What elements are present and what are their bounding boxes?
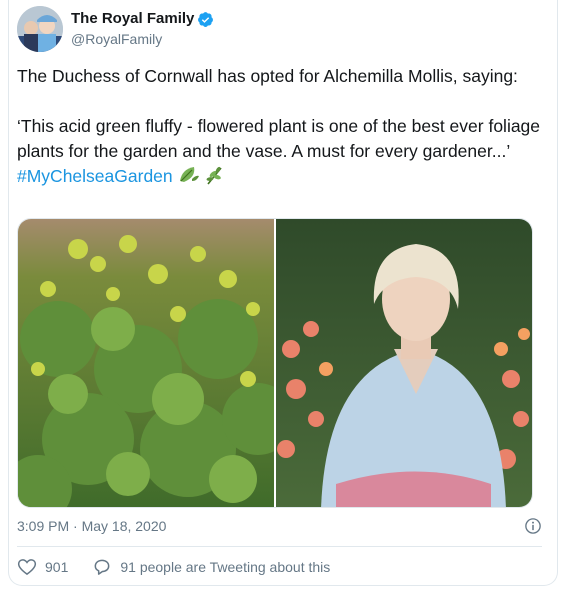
like-count: 901	[45, 559, 69, 575]
alchemilla-mollis-photo[interactable]	[18, 219, 274, 507]
tweet-media	[17, 218, 533, 508]
avatar-image	[17, 6, 63, 52]
reply-bubble-icon	[94, 559, 110, 575]
tweet-quote-text: ‘This acid green fluffy - flowered plant…	[17, 116, 541, 161]
like-button[interactable]: 901	[17, 557, 68, 577]
herb-emoji	[206, 166, 223, 185]
tweet-header: The Royal Family @RoyalFamily	[17, 4, 214, 54]
verified-badge-icon	[198, 11, 214, 27]
author-display-name[interactable]: The Royal Family	[71, 9, 214, 29]
heart-icon	[17, 559, 37, 576]
tweet-paragraph-1: The Duchess of Cornwall has opted for Al…	[17, 66, 518, 86]
display-name-text[interactable]: The Royal Family	[71, 9, 194, 29]
tweet-actions: 901 91 people are Tweeting about this	[17, 554, 330, 580]
hashtag-link[interactable]: #MyChelseaGarden	[17, 166, 173, 186]
author-avatar[interactable]	[17, 6, 63, 52]
tweet-meta-row: 3:09 PM · May 18, 2020	[17, 512, 542, 540]
plant-image	[18, 219, 274, 507]
portrait-image	[276, 219, 532, 507]
tweet-paragraph-2: ‘This acid green fluffy - flowered plant…	[17, 114, 542, 189]
info-icon[interactable]	[524, 517, 542, 535]
conversation-link[interactable]: 91 people are Tweeting about this	[92, 557, 330, 577]
author-names: The Royal Family @RoyalFamily	[71, 9, 214, 49]
tweet-timestamp[interactable]: 3:09 PM · May 18, 2020	[17, 518, 166, 534]
duchess-photo[interactable]	[276, 219, 532, 507]
actions-divider	[17, 546, 542, 547]
tweet-text: The Duchess of Cornwall has opted for Al…	[17, 64, 542, 189]
conversation-label: 91 people are Tweeting about this	[120, 559, 331, 575]
author-handle[interactable]: @RoyalFamily	[71, 29, 214, 49]
leaf-fluttering-emoji	[179, 167, 199, 182]
